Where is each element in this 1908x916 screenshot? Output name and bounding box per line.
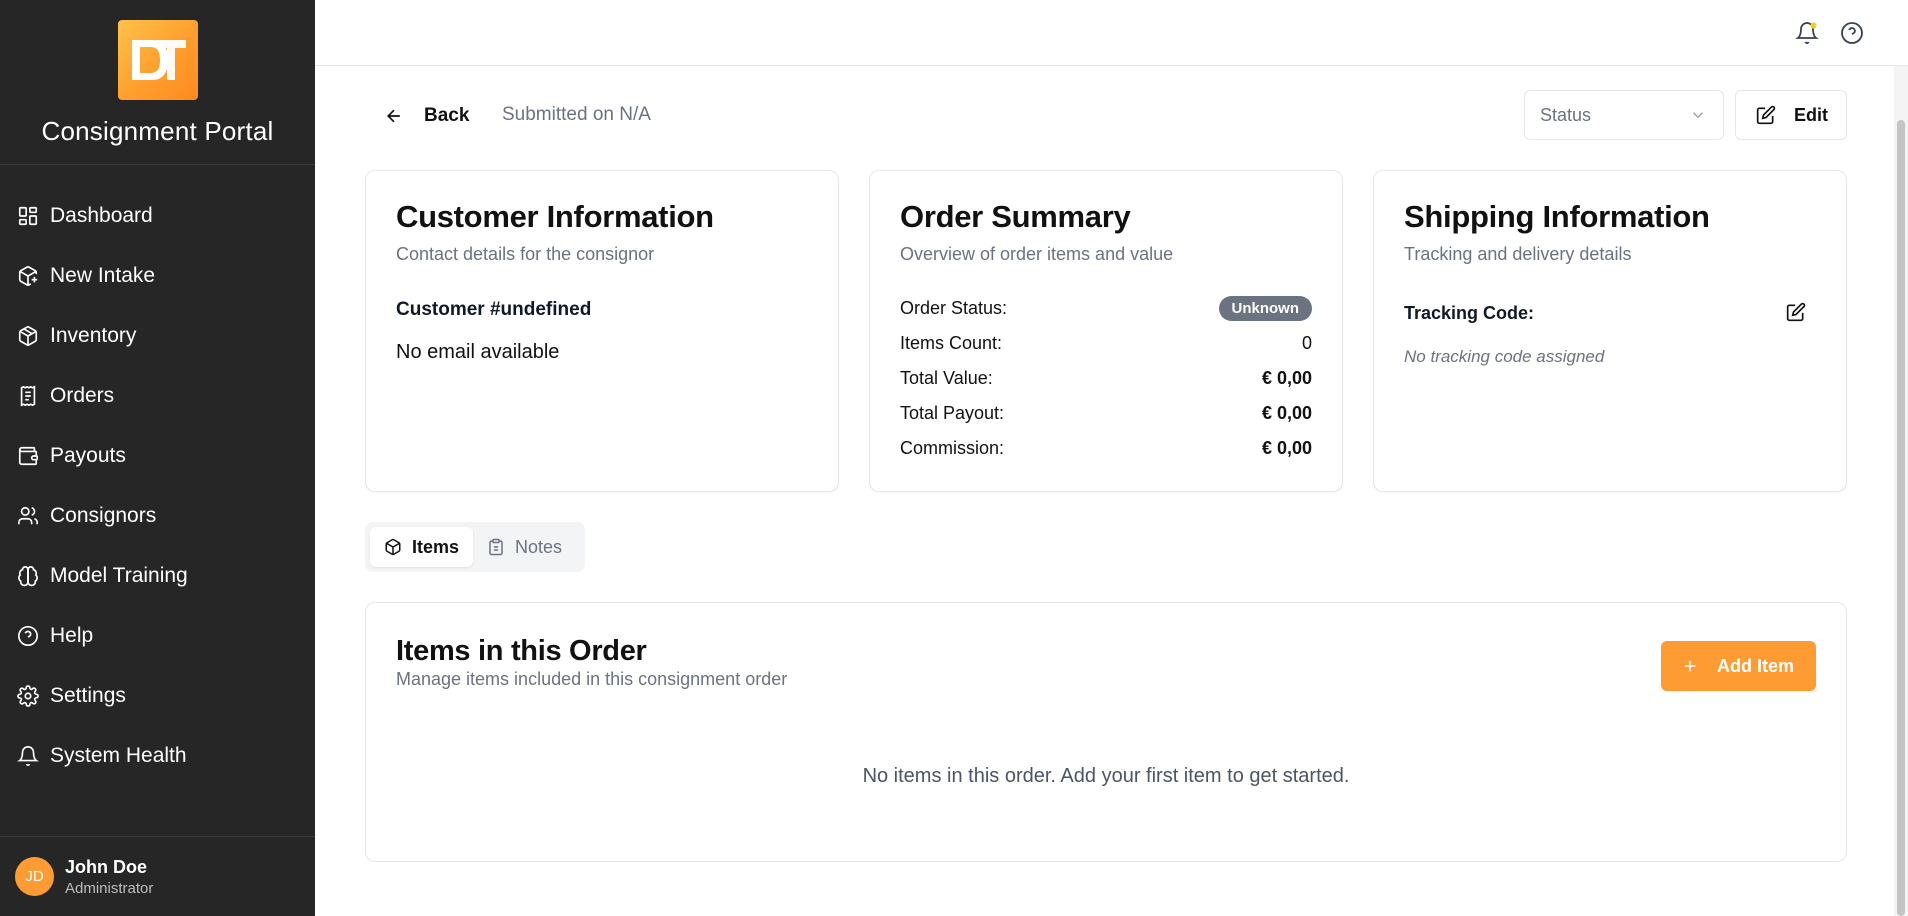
user-role: Administrator (65, 879, 154, 897)
summary-row-items-count: Items Count: 0 (900, 329, 1312, 357)
sidebar-item-label: Help (50, 624, 94, 647)
sidebar-item-payouts[interactable]: Payouts (0, 426, 315, 486)
sidebar-item-label: Settings (50, 684, 126, 707)
summary-label: Total Payout: (900, 402, 1005, 423)
user-name: John Doe (65, 856, 148, 877)
sidebar-item-label: Orders (50, 384, 115, 407)
back-button[interactable]: Back (384, 102, 469, 130)
tab-items[interactable]: Items (370, 527, 474, 567)
tracking-code-empty: No tracking code assigned (1404, 347, 1605, 366)
customer-id: Customer #undefined (396, 299, 592, 320)
summary-label: Commission: (900, 437, 1005, 458)
app-title: Consignment Portal (41, 116, 274, 146)
card-subtitle: Manage items included in this consignmen… (396, 669, 788, 689)
help-circle-icon[interactable] (1838, 19, 1866, 47)
plus-icon (1681, 657, 1699, 675)
sidebar-item-label: Model Training (50, 564, 188, 587)
edit-icon (1756, 105, 1776, 125)
gear-icon (16, 684, 40, 708)
app-logo[interactable] (117, 20, 198, 100)
sidebar-item-label: System Health (50, 744, 187, 767)
edit-label: Edit (1794, 104, 1828, 125)
sidebar-item-help[interactable]: Help (0, 606, 315, 666)
tab-label: Items (412, 536, 460, 557)
topbar (315, 0, 1908, 66)
tab-label: Notes (515, 536, 563, 557)
order-items-card: Items in this Order Manage items include… (365, 602, 1847, 862)
sidebar-item-inventory[interactable]: Inventory (0, 306, 315, 366)
receipt-icon (16, 384, 40, 408)
help-circle-icon (16, 624, 40, 648)
sidebar-item-consignors[interactable]: Consignors (0, 486, 315, 546)
sidebar-item-settings[interactable]: Settings (0, 666, 315, 726)
bell-icon (16, 744, 40, 768)
card-title: Order Summary (900, 199, 1131, 234)
order-tabs: Items Notes (365, 522, 585, 572)
tab-notes[interactable]: Notes (473, 527, 576, 567)
summary-value: 0 (1301, 332, 1312, 353)
customer-email: No email available (396, 341, 560, 363)
users-icon (16, 504, 40, 528)
card-subtitle: Tracking and delivery details (1404, 244, 1632, 264)
card-title: Shipping Information (1404, 199, 1710, 234)
avatar: JD (15, 857, 54, 896)
add-item-button[interactable]: Add Item (1661, 641, 1816, 691)
brand: Consignment Portal (0, 0, 315, 165)
status-select[interactable]: Status (1524, 90, 1724, 140)
package-icon (384, 538, 402, 556)
shipping-info-card: Shipping Information Tracking and delive… (1373, 170, 1847, 492)
grid-icon (16, 204, 40, 228)
sidebar-item-label: New Intake (50, 264, 156, 287)
wallet-icon (16, 444, 40, 468)
summary-label: Items Count: (900, 332, 1003, 353)
back-label: Back (424, 105, 470, 126)
page-scrollbar[interactable] (1894, 66, 1908, 916)
sidebar-item-label: Payouts (50, 444, 126, 467)
user-info: John Doe Administrator (65, 857, 153, 897)
brain-icon (16, 564, 40, 588)
empty-state-message: No items in this order. Add your first i… (862, 765, 1350, 787)
notification-bell-icon[interactable] (1793, 19, 1821, 47)
user-profile[interactable]: JD John Doe Administrator (0, 836, 315, 916)
summary-value: € 0,00 (1261, 437, 1312, 458)
summary-value: € 0,00 (1261, 402, 1312, 423)
summary-row-status: Order Status: Unknown (900, 294, 1312, 322)
sidebar-item-model-training[interactable]: Model Training (0, 546, 315, 606)
order-summary-card: Order Summary Overview of order items an… (869, 170, 1343, 492)
package-plus-icon (16, 264, 40, 288)
summary-label: Order Status: (900, 297, 1008, 318)
tracking-code-label: Tracking Code: (1404, 303, 1535, 323)
scrollbar-thumb[interactable] (1897, 120, 1905, 916)
card-title: Customer Information (396, 199, 714, 234)
summary-value: € 0,00 (1261, 367, 1312, 388)
sidebar-item-new-intake[interactable]: New Intake (0, 246, 315, 306)
summary-row-commission: Commission: € 0,00 (900, 434, 1312, 462)
card-title: Items in this Order (396, 635, 647, 667)
status-select-value: Status (1540, 104, 1592, 125)
status-badge: Unknown (1218, 295, 1312, 321)
edit-button[interactable]: Edit (1735, 90, 1847, 140)
summary-row-total-payout: Total Payout: € 0,00 (900, 399, 1312, 427)
card-subtitle: Contact details for the consignor (396, 244, 655, 264)
sidebar-item-label: Inventory (50, 324, 137, 347)
package-icon (16, 324, 40, 348)
sidebar-item-dashboard[interactable]: Dashboard (0, 186, 315, 246)
sidebar-item-label: Consignors (50, 504, 157, 527)
card-subtitle: Overview of order items and value (900, 244, 1174, 264)
arrow-left-icon (384, 106, 404, 126)
sidebar: Consignment Portal Dashboard New Intake … (0, 0, 315, 916)
clipboard-icon (487, 538, 505, 556)
sidebar-nav: Dashboard New Intake Inventory Orders Pa… (0, 186, 315, 786)
summary-row-total-value: Total Value: € 0,00 (900, 364, 1312, 392)
chevron-down-icon (1689, 106, 1707, 129)
submitted-date: Submitted on N/A (502, 104, 651, 125)
add-item-label: Add Item (1717, 655, 1795, 676)
edit-tracking-icon[interactable] (1786, 302, 1808, 324)
customer-info-card: Customer Information Contact details for… (365, 170, 839, 492)
sidebar-item-orders[interactable]: Orders (0, 366, 315, 426)
summary-label: Total Value: (900, 367, 993, 388)
sidebar-item-label: Dashboard (50, 204, 153, 227)
sidebar-item-system-health[interactable]: System Health (0, 726, 315, 786)
